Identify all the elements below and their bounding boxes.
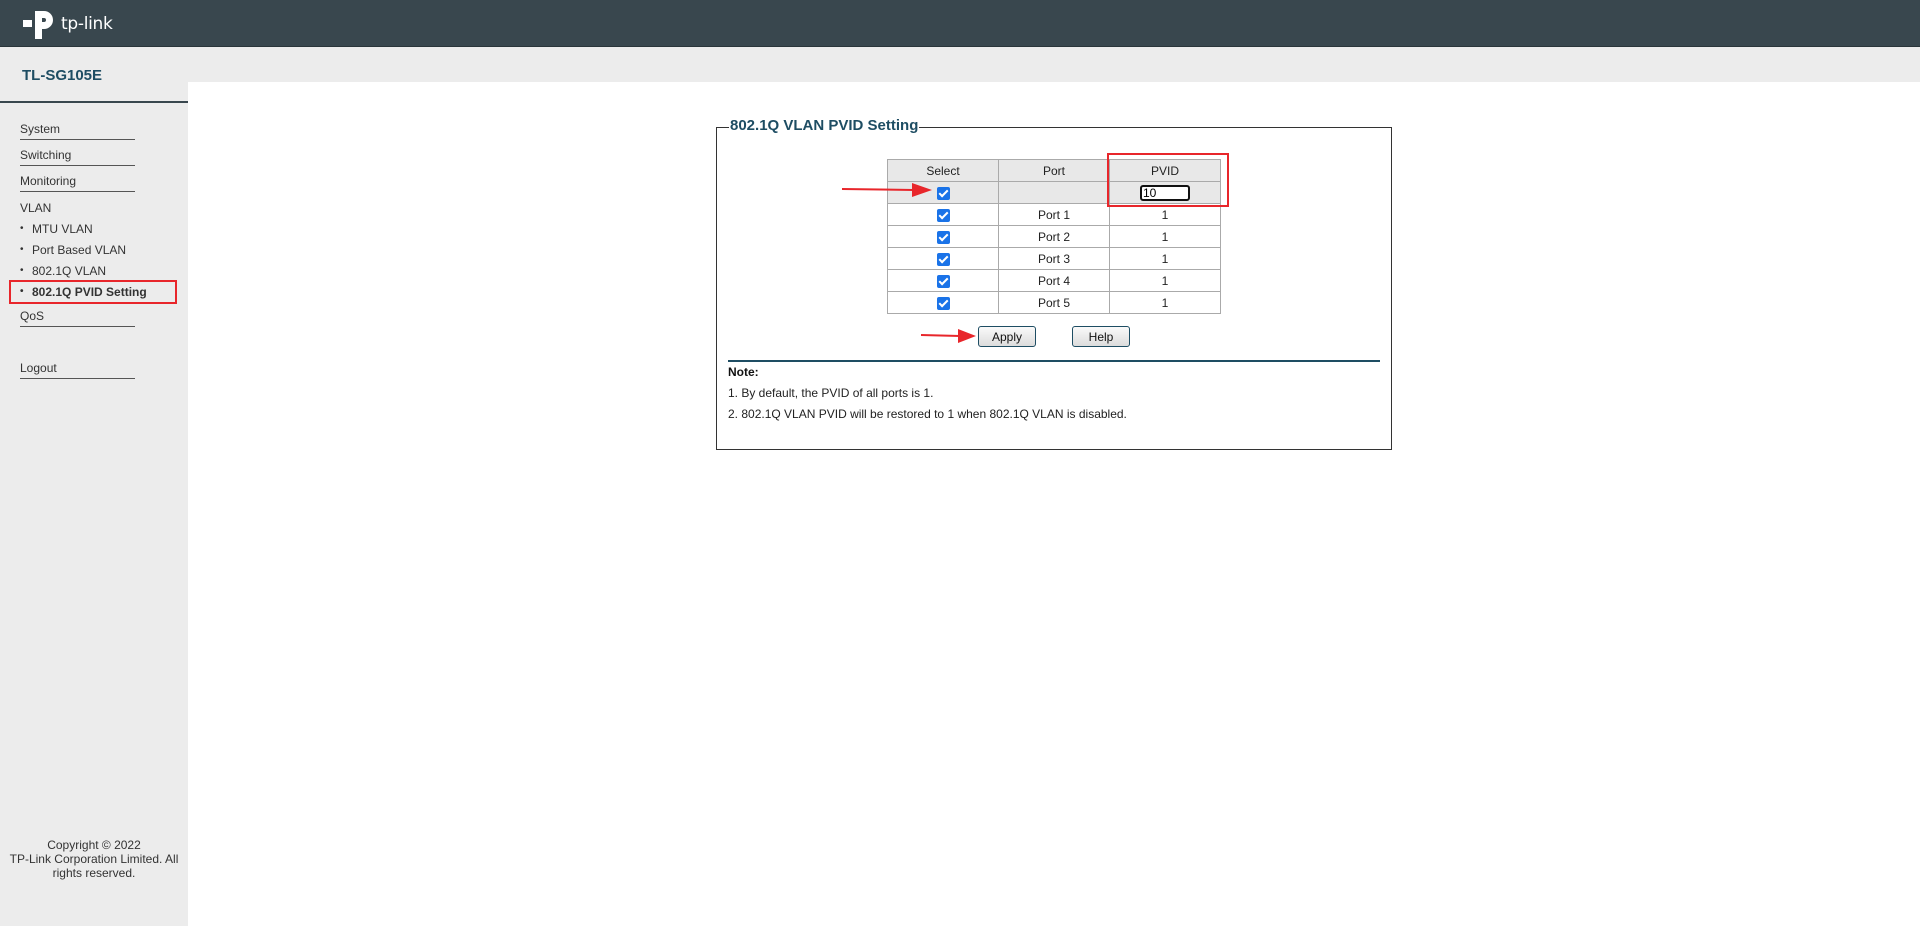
highlight-box-pvid <box>1107 153 1229 207</box>
port-5-checkbox[interactable] <box>936 296 950 310</box>
copyright-line2: TP-Link Corporation Limited. All rights … <box>9 852 179 880</box>
nav-mtu-vlan-label: MTU VLAN <box>32 222 93 236</box>
port-1-checkbox[interactable] <box>936 208 950 222</box>
select-all-port-cell <box>998 181 1110 204</box>
bullet-icon: • <box>20 244 24 255</box>
note-divider <box>728 360 1380 362</box>
nav-8021q-vlan-label: 802.1Q VLAN <box>32 264 107 278</box>
nav-vlan[interactable]: VLAN <box>20 201 51 215</box>
port-pvid: 1 <box>1109 225 1221 248</box>
table-row: Port 2 1 <box>887 225 1221 248</box>
red-arrow-icon <box>841 183 932 197</box>
bullet-icon: • <box>20 223 24 234</box>
table-row: Port 4 1 <box>887 269 1221 292</box>
port-2-checkbox[interactable] <box>936 230 950 244</box>
column-header-select: Select <box>887 159 999 182</box>
table-row: Port 3 1 <box>887 247 1221 270</box>
port-name: Port 4 <box>998 269 1110 292</box>
copyright-line1: Copyright © 2022 <box>47 838 141 852</box>
port-name: Port 2 <box>998 225 1110 248</box>
nav-logout[interactable]: Logout <box>20 361 135 379</box>
bullet-icon: • <box>20 265 24 276</box>
copyright: Copyright © 2022 TP-Link Corporation Lim… <box>8 838 180 880</box>
nav-mtu-vlan[interactable]: • MTU VLAN <box>20 222 93 236</box>
apply-button[interactable]: Apply <box>978 326 1036 347</box>
port-pvid: 1 <box>1109 247 1221 270</box>
note-1: 1. By default, the PVID of all ports is … <box>728 386 934 400</box>
top-header: tp-link <box>0 0 1920 47</box>
table-row: Port 5 1 <box>887 291 1221 314</box>
tp-link-logo: tp-link <box>22 7 113 41</box>
logo-text: tp-link <box>61 14 113 34</box>
help-button[interactable]: Help <box>1072 326 1130 347</box>
tp-link-logo-icon <box>23 11 53 39</box>
red-arrow-icon <box>920 329 976 343</box>
note-2: 2. 802.1Q VLAN PVID will be restored to … <box>728 407 1127 421</box>
device-model: TL-SG105E <box>22 67 103 84</box>
nav-8021q-vlan[interactable]: • 802.1Q VLAN <box>20 264 106 278</box>
port-name: Port 1 <box>998 203 1110 226</box>
port-3-checkbox[interactable] <box>936 252 950 266</box>
panel-title: 802.1Q VLAN PVID Setting <box>729 117 920 134</box>
port-pvid: 1 <box>1109 291 1221 314</box>
highlight-box-nav <box>9 280 177 304</box>
content-top-band <box>0 47 1920 82</box>
nav-system[interactable]: System <box>20 122 135 140</box>
note-title: Note: <box>728 365 759 379</box>
port-pvid: 1 <box>1109 269 1221 292</box>
nav-port-based-vlan-label: Port Based VLAN <box>32 243 127 257</box>
port-name: Port 5 <box>998 291 1110 314</box>
nav-switching[interactable]: Switching <box>20 148 135 166</box>
nav-port-based-vlan[interactable]: • Port Based VLAN <box>20 243 126 257</box>
column-header-port: Port <box>998 159 1110 182</box>
model-divider <box>0 101 188 103</box>
sidebar: TL-SG105E System Switching Monitoring VL… <box>0 47 188 926</box>
port-name: Port 3 <box>998 247 1110 270</box>
select-all-checkbox[interactable] <box>936 186 950 200</box>
nav-qos[interactable]: QoS <box>20 309 135 327</box>
nav-monitoring[interactable]: Monitoring <box>20 174 135 192</box>
port-4-checkbox[interactable] <box>936 274 950 288</box>
